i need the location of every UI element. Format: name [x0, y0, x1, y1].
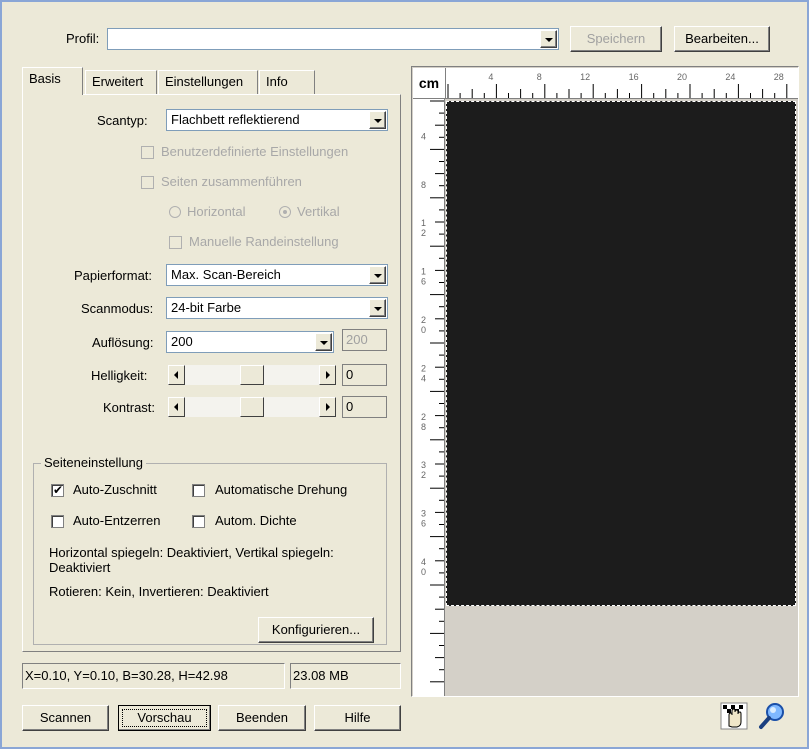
edit-profile-button[interactable]: Bearbeiten...	[674, 26, 770, 52]
tab-info[interactable]: Info	[259, 70, 315, 94]
arrow-right-icon[interactable]	[319, 365, 336, 385]
ruler-label: 2	[421, 470, 426, 480]
brightness-slider[interactable]	[168, 365, 336, 385]
ruler-label: 3	[421, 509, 426, 519]
profile-label: Profil:	[66, 31, 100, 46]
paper-format-label: Papierformat:	[74, 268, 153, 283]
contrast-label: Kontrast:	[103, 400, 156, 415]
preview-button[interactable]: Vorschau	[118, 705, 211, 731]
ruler-label: 2	[421, 315, 426, 325]
auto-density-label: Autom. Dichte	[215, 513, 297, 528]
ruler-label: 8	[421, 422, 426, 432]
chevron-down-icon[interactable]	[369, 299, 386, 317]
resolution-value: 200	[171, 334, 193, 349]
ruler-label: 4	[488, 72, 493, 82]
ruler-label: 12	[580, 72, 590, 82]
scan-button[interactable]: Scannen	[22, 705, 109, 731]
ruler-label: 4	[421, 557, 426, 567]
tab-basis[interactable]: Basis	[22, 67, 83, 95]
help-button[interactable]: Hilfe	[314, 705, 401, 731]
ruler-unit-label: cm	[413, 68, 446, 99]
mirror-info-text: Horizontal spiegeln: Deaktiviert, Vertik…	[49, 545, 334, 575]
configure-button[interactable]: Konfigurieren...	[258, 617, 374, 643]
magnifier-zoom-icon[interactable]	[758, 702, 786, 730]
ruler-label: 0	[421, 325, 426, 335]
horizontal-ruler: 4 8 12 16 20 24 28	[446, 68, 798, 99]
merge-pages-checkbox[interactable]	[141, 176, 154, 189]
ruler-label: 4	[421, 373, 426, 383]
ruler-label: 24	[725, 72, 735, 82]
auto-rotate-checkbox[interactable]	[192, 484, 205, 497]
scantype-dropdown[interactable]: Flachbett reflektierend	[166, 109, 388, 131]
ruler-label: 2	[421, 228, 426, 238]
coords-status: X=0.10, Y=0.10, B=30.28, H=42.98	[22, 663, 285, 689]
ruler-label: 1	[421, 218, 426, 228]
scan-mode-value: 24-bit Farbe	[171, 300, 242, 315]
ruler-label: 0	[421, 567, 426, 577]
scan-preview-area[interactable]	[446, 101, 796, 606]
resolution-custom-field[interactable]: 200	[342, 329, 387, 351]
auto-rotate-label: Automatische Drehung	[215, 482, 348, 497]
ruler-label: 1	[421, 267, 426, 277]
ruler-label: 4	[421, 131, 426, 141]
paper-format-value: Max. Scan-Bereich	[171, 267, 281, 282]
manual-margin-checkbox[interactable]	[169, 236, 182, 249]
arrow-left-icon[interactable]	[168, 397, 185, 417]
vertical-ruler: 481216202428323640	[413, 99, 445, 696]
scan-mode-label: Scanmodus:	[81, 301, 154, 316]
chevron-down-icon[interactable]	[369, 266, 386, 284]
chevron-down-icon[interactable]	[369, 111, 386, 129]
exit-button[interactable]: Beenden	[218, 705, 306, 731]
scantype-label: Scantyp:	[97, 113, 148, 128]
brightness-label: Helligkeit:	[91, 368, 148, 383]
ruler-label: 8	[421, 180, 426, 190]
size-status: 23.08 MB	[290, 663, 401, 689]
rotate-info-text: Rotieren: Kein, Invertieren: Deaktiviert	[49, 584, 269, 599]
ruler-label: 6	[421, 519, 426, 529]
brightness-value-field[interactable]: 0	[342, 364, 387, 386]
arrow-right-icon[interactable]	[319, 397, 336, 417]
merge-pages-label: Seiten zusammenführen	[161, 174, 302, 189]
scantype-value: Flachbett reflektierend	[171, 112, 300, 127]
ruler-label: 20	[677, 72, 687, 82]
ruler-label: 8	[537, 72, 542, 82]
auto-crop-label: Auto-Zuschnitt	[73, 482, 157, 497]
ruler-label: 3	[421, 460, 426, 470]
ruler-label: 28	[774, 72, 784, 82]
chevron-down-icon[interactable]	[540, 30, 557, 48]
brightness-slider-thumb[interactable]	[240, 365, 264, 385]
auto-density-checkbox[interactable]	[192, 515, 205, 528]
auto-deskew-checkbox[interactable]	[51, 515, 64, 528]
contrast-value-field[interactable]: 0	[342, 396, 387, 418]
hand-pan-icon[interactable]	[720, 702, 748, 730]
page-settings-title: Seiteneinstellung	[41, 455, 147, 470]
custom-settings-checkbox[interactable]	[141, 146, 154, 159]
resolution-dropdown[interactable]: 200	[166, 331, 334, 353]
scan-mode-dropdown[interactable]: 24-bit Farbe	[166, 297, 388, 319]
save-profile-button[interactable]: Speichern	[570, 26, 662, 52]
horizontal-radio[interactable]	[169, 206, 181, 218]
chevron-down-icon[interactable]	[315, 333, 332, 351]
profile-dropdown[interactable]	[107, 28, 559, 50]
ruler-label: 16	[629, 72, 639, 82]
custom-settings-label: Benutzerdefinierte Einstellungen	[161, 144, 349, 159]
arrow-left-icon[interactable]	[168, 365, 185, 385]
tab-erweitert[interactable]: Erweitert	[85, 70, 157, 94]
resolution-label: Auflösung:	[92, 335, 154, 350]
vertical-radio[interactable]	[279, 206, 291, 218]
vertical-label: Vertikal	[297, 204, 340, 219]
horizontal-label: Horizontal	[187, 204, 246, 219]
auto-deskew-label: Auto-Entzerren	[73, 513, 161, 528]
manual-margin-label: Manuelle Randeinstellung	[189, 234, 339, 249]
contrast-slider-thumb[interactable]	[240, 397, 264, 417]
ruler-label: 6	[421, 277, 426, 287]
ruler-label: 2	[421, 412, 426, 422]
tab-einstellungen[interactable]: Einstellungen	[158, 70, 258, 94]
contrast-slider[interactable]	[168, 397, 336, 417]
paper-format-dropdown[interactable]: Max. Scan-Bereich	[166, 264, 388, 286]
auto-crop-checkbox[interactable]	[51, 482, 64, 498]
ruler-label: 2	[421, 363, 426, 373]
